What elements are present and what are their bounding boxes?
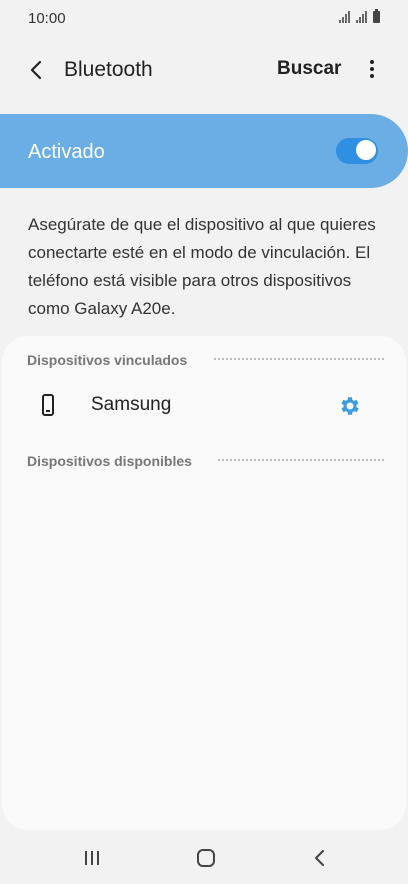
bluetooth-master-toggle[interactable]: Activado [0, 114, 408, 188]
phone-icon [42, 394, 54, 416]
search-button[interactable]: Buscar [277, 58, 341, 80]
devices-card: Dispositivos vinculados Samsung Disposit… [2, 336, 406, 830]
back-icon[interactable] [306, 844, 334, 872]
battery-icon [373, 9, 380, 23]
device-name: Samsung [91, 394, 172, 415]
switch-knob [355, 139, 377, 161]
paired-devices-header: Dispositivos vinculados [27, 352, 188, 368]
gear-icon[interactable] [338, 394, 362, 418]
signal-icon-2 [356, 11, 367, 23]
signal-icon [339, 11, 350, 23]
more-options-icon[interactable] [364, 58, 380, 82]
page-title: Bluetooth [64, 58, 153, 81]
app-bar: Bluetooth Buscar [0, 48, 408, 92]
home-icon[interactable] [192, 844, 220, 872]
back-arrow-icon[interactable] [26, 58, 46, 82]
header-divider [214, 358, 384, 360]
status-time: 10:00 [28, 10, 66, 27]
available-devices-header: Dispositivos disponibles [27, 453, 192, 469]
master-toggle-label: Activado [28, 141, 105, 163]
paired-device-row[interactable]: Samsung [2, 380, 406, 432]
header-divider-2 [218, 459, 384, 461]
pairing-description: Asegúrate de que el dispositivo al que q… [28, 215, 376, 318]
bluetooth-switch[interactable] [336, 138, 378, 164]
status-bar: 10:00 [0, 0, 408, 38]
recent-apps-icon[interactable] [79, 844, 107, 872]
navigation-bar [0, 830, 408, 884]
status-icons [339, 9, 380, 23]
